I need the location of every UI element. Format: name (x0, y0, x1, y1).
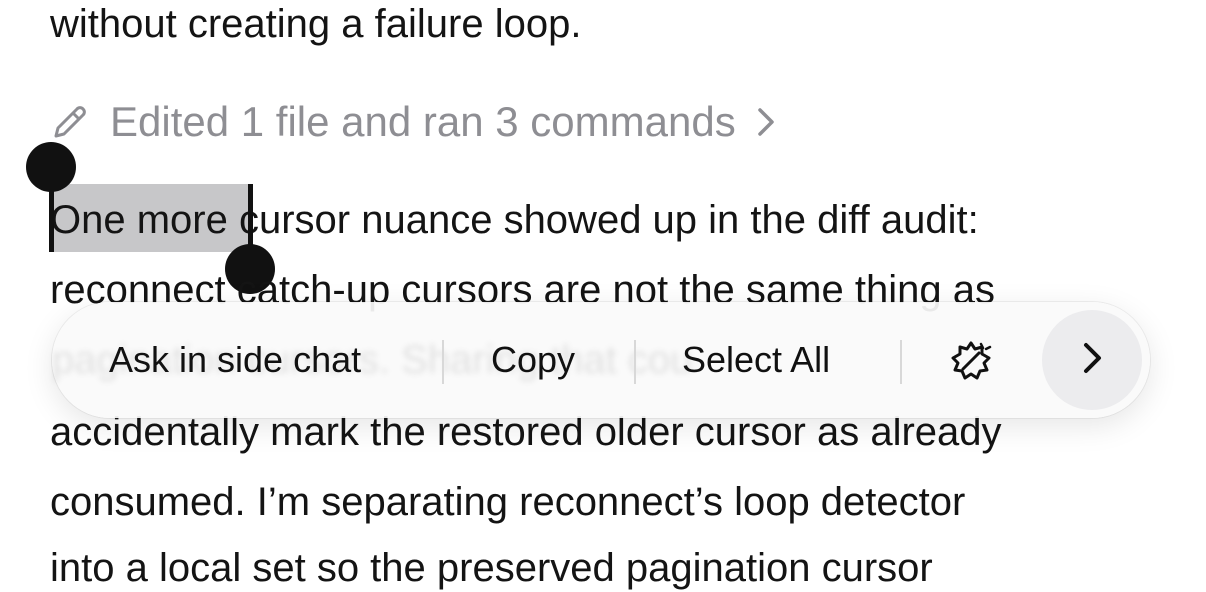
sparkle-edit-icon[interactable] (948, 338, 994, 384)
text-selection-context-menu: pagination cursors. Sharing that cou Ask… (52, 302, 1150, 418)
selection-start-handle-bar (49, 184, 54, 252)
chevron-right-icon (1079, 339, 1105, 382)
select-all-button[interactable]: Select All (682, 302, 830, 418)
menu-separator (634, 340, 636, 384)
more-options-button[interactable] (1042, 310, 1142, 410)
menu-separator (442, 340, 444, 384)
selected-text: One more (50, 198, 228, 242)
selection-end-handle-bar (248, 184, 253, 252)
message-line: into a local set so the preserved pagina… (50, 546, 933, 590)
message-line: One more cursor nuance showed up in the … (50, 198, 979, 242)
chevron-right-icon (754, 104, 778, 140)
selection-start-handle[interactable] (26, 142, 76, 192)
pencil-icon (48, 100, 92, 144)
activity-summary-label: Edited 1 file and ran 3 commands (110, 98, 736, 145)
ask-in-side-chat-button[interactable]: Ask in side chat (109, 302, 361, 418)
activity-summary-row[interactable]: Edited 1 file and ran 3 commands (48, 96, 778, 148)
message-line: without creating a failure loop. (50, 2, 582, 46)
message-line: consumed. I’m separating reconnect’s loo… (50, 480, 966, 524)
menu-separator (900, 340, 902, 384)
copy-button[interactable]: Copy (491, 302, 575, 418)
